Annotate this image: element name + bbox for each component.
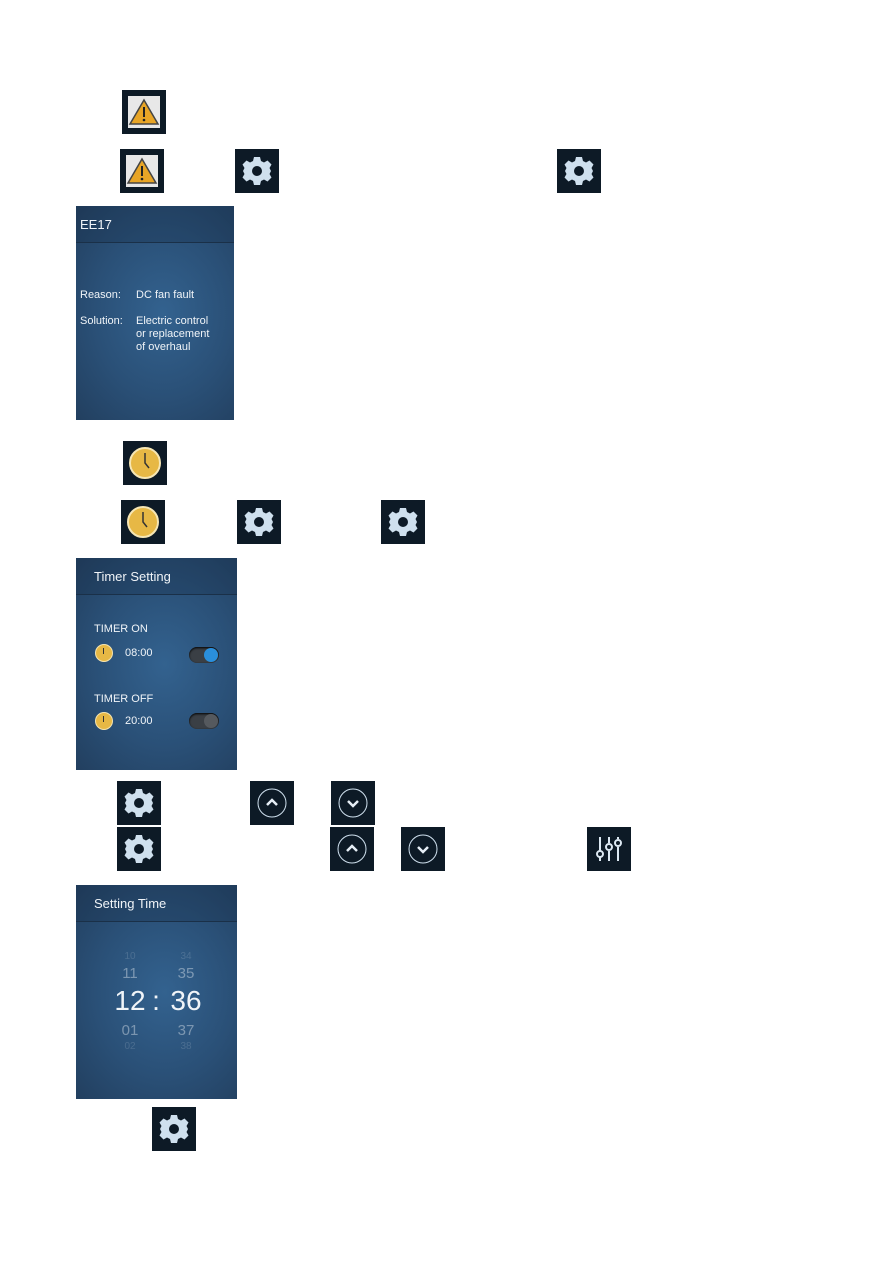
- chevron-up-icon: [250, 781, 294, 825]
- selected-minute[interactable]: 36: [162, 985, 210, 1017]
- solution-line: Electric control: [136, 315, 209, 327]
- timer-on-time[interactable]: 08:00: [125, 647, 153, 659]
- chevron-up-icon: [330, 827, 374, 871]
- minute-option[interactable]: 37: [166, 1022, 206, 1039]
- error-screen: EE17 Reason: DC fan fault Solution: Elec…: [76, 206, 234, 420]
- timer-on-label: TIMER ON: [94, 623, 148, 635]
- hour-option[interactable]: 11: [110, 965, 150, 982]
- timer-off-toggle[interactable]: [189, 713, 219, 729]
- clock-icon: [123, 441, 167, 485]
- clock-icon: [121, 500, 165, 544]
- sliders-icon: [587, 827, 631, 871]
- timer-screen: Timer Setting TIMER ON 08:00 TIMER OFF 2…: [76, 558, 237, 770]
- minute-option[interactable]: 34: [166, 951, 206, 962]
- chevron-down-icon: [401, 827, 445, 871]
- solution-line: or replacement: [136, 328, 210, 340]
- gear-icon: [381, 500, 425, 544]
- chevron-down-icon: [331, 781, 375, 825]
- timer-off-time[interactable]: 20:00: [125, 715, 153, 727]
- solution-label: Solution:: [80, 315, 123, 327]
- reason-text: DC fan fault: [136, 289, 195, 301]
- setting-time-title: Setting Time: [76, 885, 237, 922]
- hour-option[interactable]: 02: [110, 1041, 150, 1052]
- selected-hour[interactable]: 12: [106, 985, 154, 1017]
- reason-label: Reason:: [80, 289, 121, 301]
- hour-option[interactable]: 01: [110, 1022, 150, 1039]
- minute-option[interactable]: 38: [166, 1041, 206, 1052]
- warning-icon: [120, 149, 164, 193]
- timer-off-label: TIMER OFF: [94, 693, 154, 705]
- timer-title: Timer Setting: [76, 558, 237, 595]
- gear-icon: [237, 500, 281, 544]
- gear-icon: [557, 149, 601, 193]
- setting-time-screen: Setting Time 10 34 11 35 12 : 36 01 37 0…: [76, 885, 237, 1099]
- clock-icon: [95, 712, 113, 730]
- gear-icon: [117, 827, 161, 871]
- warning-icon: [122, 90, 166, 134]
- gear-icon: [235, 149, 279, 193]
- clock-icon: [95, 644, 113, 662]
- minute-option[interactable]: 35: [166, 965, 206, 982]
- hour-option[interactable]: 10: [110, 951, 150, 962]
- error-code-title: EE17: [76, 206, 234, 243]
- timer-on-toggle[interactable]: [189, 647, 219, 663]
- gear-icon: [117, 781, 161, 825]
- gear-icon: [152, 1107, 196, 1151]
- solution-line: of overhaul: [136, 341, 191, 353]
